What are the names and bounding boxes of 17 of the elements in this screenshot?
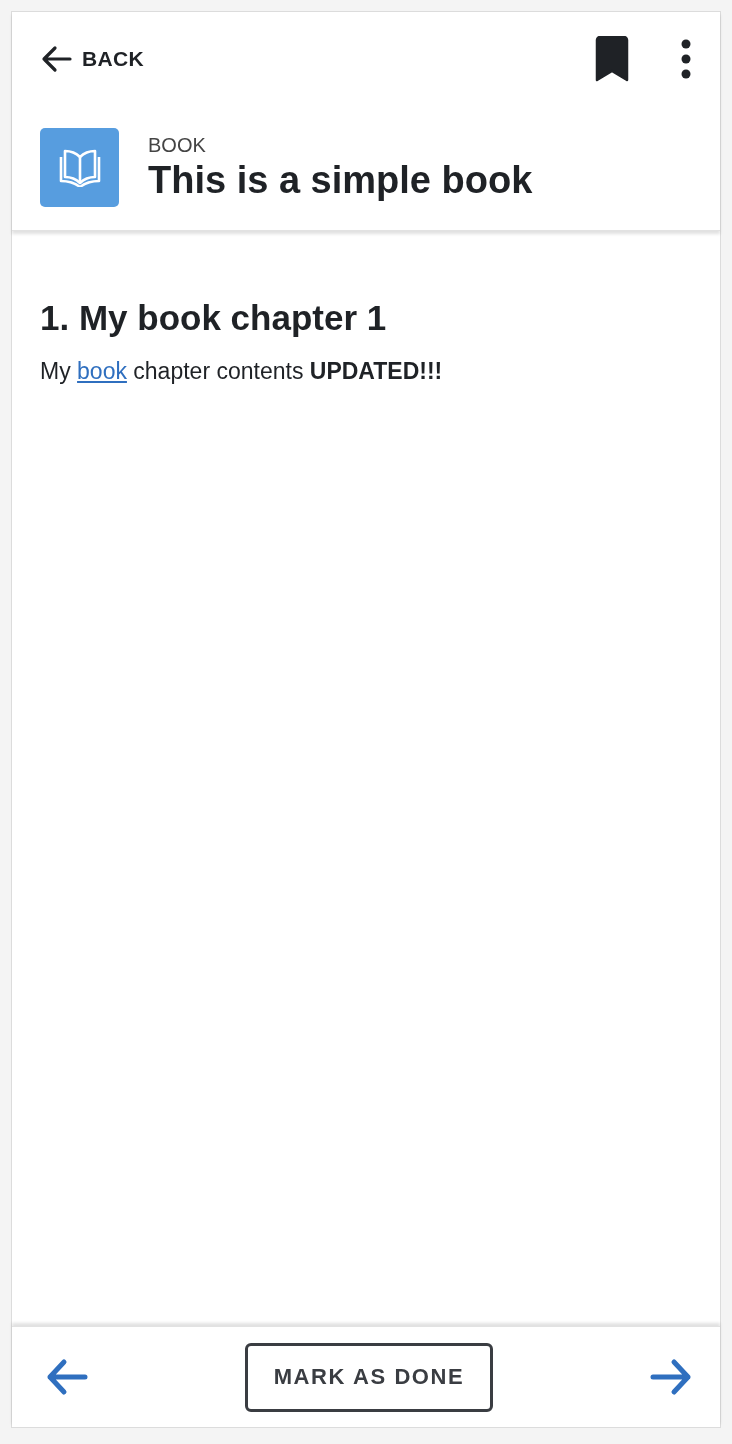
- book-link[interactable]: book: [77, 358, 127, 384]
- bookmark-button[interactable]: [594, 36, 630, 82]
- bookmark-icon: [594, 36, 630, 82]
- next-button[interactable]: [650, 1358, 692, 1396]
- vertical-dots-icon: [680, 39, 692, 79]
- previous-button[interactable]: [46, 1358, 88, 1396]
- chapter-paragraph: My book chapter contents UPDATED!!!: [40, 357, 444, 385]
- back-arrow-icon: [40, 45, 72, 73]
- chapter-heading: 1. My book chapter 1: [40, 297, 388, 339]
- left-arrow-icon: [46, 1358, 88, 1396]
- more-menu-button[interactable]: [680, 39, 692, 79]
- type-label: BOOK: [148, 133, 207, 156]
- back-button[interactable]: BACK: [40, 45, 144, 73]
- open-book-icon: [58, 148, 101, 187]
- mark-as-done-button[interactable]: MARK AS DONE: [244, 1342, 494, 1412]
- right-arrow-icon: [650, 1358, 692, 1396]
- book-title: This is a simple book: [148, 157, 533, 202]
